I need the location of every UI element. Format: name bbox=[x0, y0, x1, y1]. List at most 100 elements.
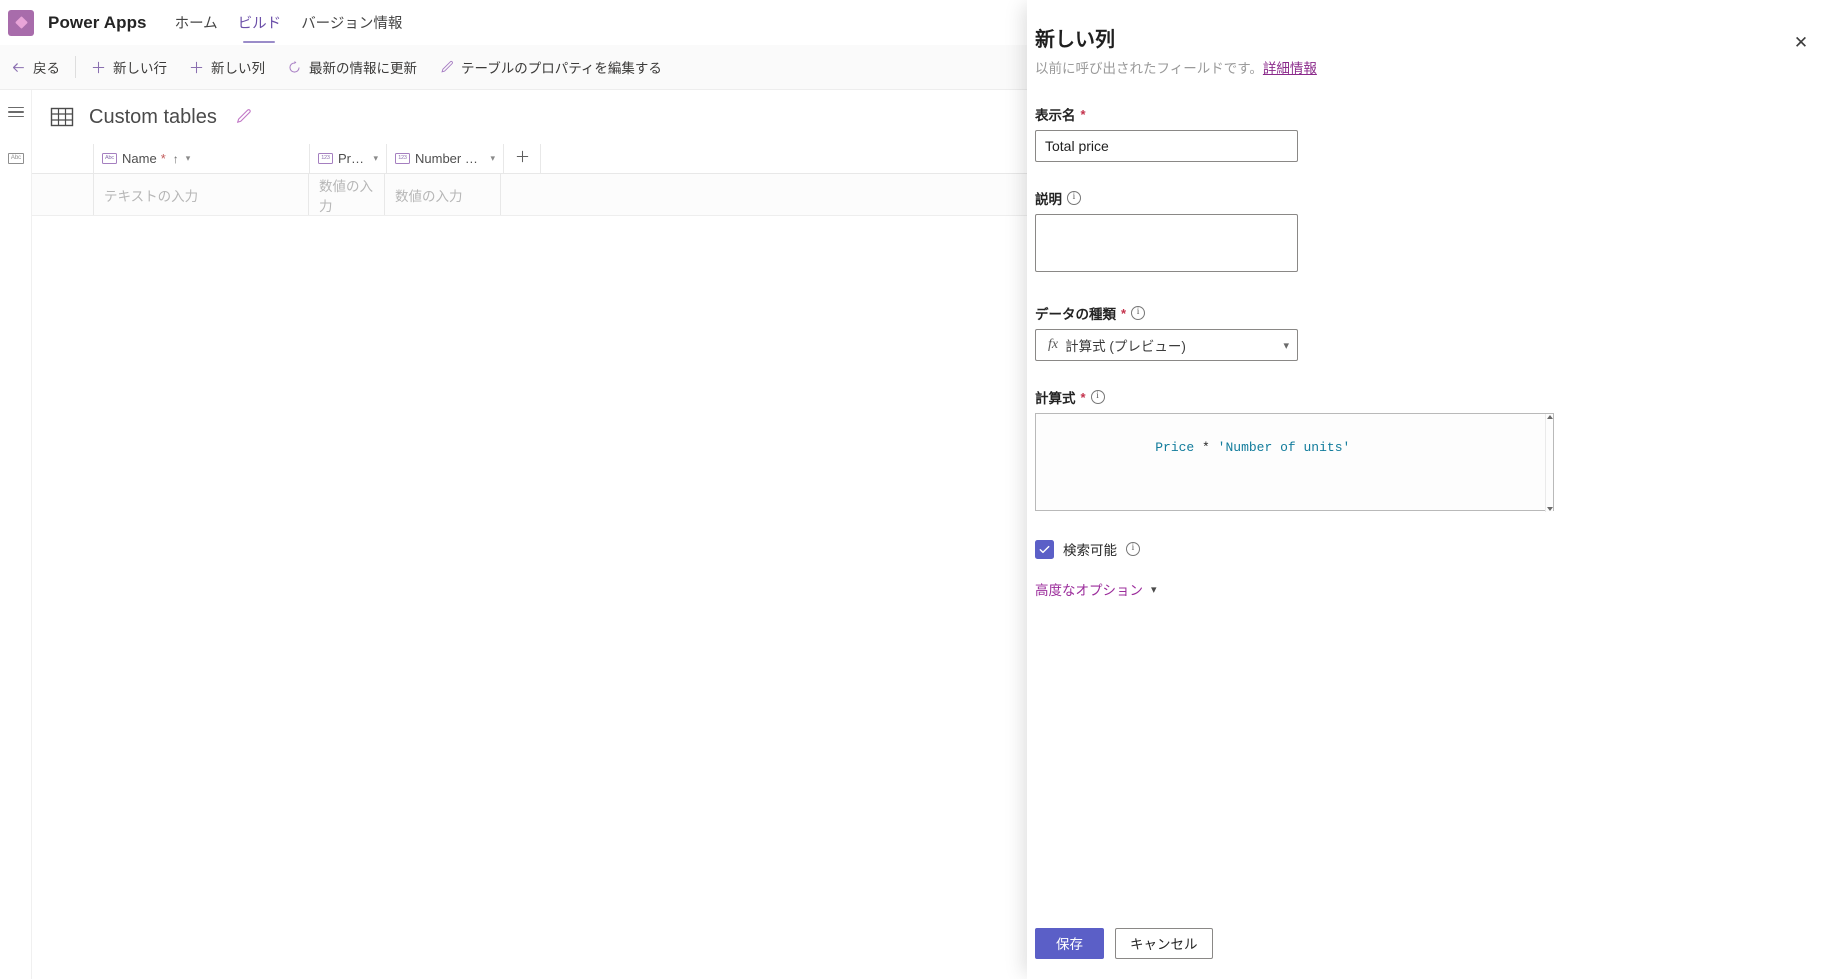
tab-build[interactable]: ビルド bbox=[228, 0, 292, 45]
scroll-up-arrow-icon[interactable] bbox=[1547, 415, 1553, 419]
refresh-label: 最新の情報に更新 bbox=[309, 61, 417, 76]
column-header-number-of-units-label: Number of un... bbox=[415, 151, 483, 166]
new-column-label: 新しい列 bbox=[211, 61, 265, 76]
plus-icon bbox=[91, 60, 106, 75]
abc-text-column-icon[interactable]: Abc bbox=[0, 143, 32, 173]
text-type-chip-icon: Abc bbox=[102, 153, 117, 164]
new-row-price-cell[interactable]: 数値の入力 bbox=[309, 174, 385, 215]
required-asterisk: * bbox=[160, 151, 166, 166]
formula-token-space bbox=[1210, 440, 1218, 455]
description-field: 説明 i bbox=[1035, 188, 1803, 277]
diamond-shape bbox=[14, 16, 28, 29]
tab-home[interactable]: ホーム bbox=[165, 0, 228, 45]
learn-more-link[interactable]: 詳細情報 bbox=[1263, 61, 1317, 76]
formula-scrollbar[interactable] bbox=[1545, 414, 1553, 512]
searchable-row: 検索可能 i bbox=[1035, 539, 1803, 559]
checkmark-icon bbox=[1039, 545, 1050, 553]
chevron-down-icon: ▾ bbox=[1151, 583, 1157, 596]
back-label: 戻る bbox=[33, 61, 60, 76]
fx-formula-icon: fx bbox=[1048, 337, 1059, 352]
data-type-field: データの種類 * i fx 計算式 (プレビュー) ▾ bbox=[1035, 303, 1803, 361]
app-root: Power Apps ホーム ビルド バージョン情報 戻る 新しい行 新しい列 bbox=[0, 0, 1837, 979]
number-type-chip-icon: 123 bbox=[395, 153, 410, 164]
data-type-selected-value: 計算式 (プレビュー) bbox=[1065, 339, 1186, 354]
info-icon[interactable]: i bbox=[1126, 542, 1140, 556]
new-row-units-cell[interactable]: 数値の入力 bbox=[385, 174, 501, 215]
chevron-down-icon[interactable]: ▾ bbox=[373, 153, 378, 164]
rename-table-pencil-icon[interactable] bbox=[233, 107, 253, 127]
number-type-chip-icon: 123 bbox=[318, 153, 333, 164]
searchable-checkbox[interactable] bbox=[1035, 539, 1054, 559]
column-header-number-of-units[interactable]: 123 Number of un... ▾ bbox=[387, 144, 503, 173]
panel-footer: 保存 キャンセル bbox=[1035, 907, 1825, 979]
page-title: Custom tables bbox=[89, 105, 217, 128]
info-icon[interactable]: i bbox=[1067, 191, 1081, 205]
row-selector-header bbox=[32, 144, 94, 173]
data-grid: Abc Name * ↑ ▾ 123 Price ▾ 123 Number of… bbox=[32, 144, 1027, 216]
new-row-button[interactable]: 新しい行 bbox=[80, 45, 178, 90]
abc-chip: Abc bbox=[8, 152, 24, 164]
tab-about[interactable]: バージョン情報 bbox=[291, 0, 412, 45]
add-column-button[interactable] bbox=[503, 144, 541, 173]
formula-token-space bbox=[1194, 440, 1202, 455]
panel-subtitle: 以前に呼び出されたフィールドです。詳細情報 bbox=[1035, 60, 1803, 78]
top-navigation: ホーム ビルド バージョン情報 bbox=[165, 0, 413, 45]
searchable-label: 検索可能 bbox=[1063, 543, 1117, 558]
refresh-button[interactable]: 最新の情報に更新 bbox=[276, 45, 428, 90]
formula-token-identifier: Price bbox=[1155, 440, 1195, 455]
description-textarea[interactable] bbox=[1035, 214, 1298, 272]
new-column-button[interactable]: 新しい列 bbox=[178, 45, 276, 90]
grid-table-icon bbox=[49, 104, 75, 130]
chevron-down-icon[interactable]: ▾ bbox=[490, 153, 495, 164]
formula-editor[interactable]: Price * 'Number of units' bbox=[1035, 413, 1554, 512]
data-type-label: データの種類 bbox=[1035, 307, 1116, 322]
new-row-placeholder[interactable]: テキストの入力 数値の入力 数値の入力 bbox=[32, 174, 1027, 216]
data-type-label-row: データの種類 * i bbox=[1035, 303, 1803, 323]
chevron-down-icon: ▾ bbox=[1283, 339, 1289, 352]
advanced-options-toggle[interactable]: 高度なオプション ▾ bbox=[1035, 579, 1157, 599]
new-row-name-cell[interactable]: テキストの入力 bbox=[94, 174, 309, 215]
chevron-down-icon[interactable]: ▾ bbox=[186, 153, 191, 164]
new-column-panel: ✕ 新しい列 以前に呼び出されたフィールドです。詳細情報 表示名 * Total… bbox=[1027, 0, 1837, 979]
formula-text: Price * 'Number of units' bbox=[1036, 414, 1553, 475]
column-header-name[interactable]: Abc Name * ↑ ▾ bbox=[94, 144, 309, 173]
formula-field: 計算式 * i Price * 'Number of units' bbox=[1035, 387, 1803, 512]
pencil-icon bbox=[439, 60, 454, 75]
plus-icon bbox=[515, 149, 530, 169]
required-asterisk: * bbox=[1121, 305, 1127, 321]
data-type-dropdown[interactable]: fx 計算式 (プレビュー) ▾ bbox=[1035, 329, 1298, 361]
edit-table-properties-label: テーブルのプロパティを編集する bbox=[461, 61, 662, 76]
formula-token-operator: * bbox=[1202, 440, 1210, 455]
column-header-price-label: Price bbox=[338, 151, 367, 166]
hamburger-lines bbox=[8, 104, 24, 121]
save-button[interactable]: 保存 bbox=[1035, 927, 1104, 959]
required-asterisk: * bbox=[1080, 389, 1086, 405]
main-canvas: Custom tables Abc Name * ↑ ▾ 123 Price ▾… bbox=[32, 90, 1027, 979]
edit-table-properties-button[interactable]: テーブルのプロパティを編集する bbox=[428, 45, 673, 90]
description-label: 説明 bbox=[1035, 192, 1062, 207]
powerapps-diamond-icon[interactable] bbox=[8, 9, 34, 36]
cancel-button[interactable]: キャンセル bbox=[1115, 927, 1213, 959]
required-asterisk: * bbox=[1080, 106, 1086, 122]
info-icon[interactable]: i bbox=[1090, 390, 1105, 404]
brand-title: Power Apps bbox=[48, 12, 147, 32]
scroll-down-arrow-icon[interactable] bbox=[1547, 507, 1553, 511]
command-separator bbox=[75, 56, 76, 78]
formula-token-string: 'Number of units' bbox=[1217, 440, 1351, 455]
panel-content: 新しい列 以前に呼び出されたフィールドです。詳細情報 表示名 * 説明 bbox=[1027, 0, 1837, 599]
display-name-input[interactable] bbox=[1035, 130, 1298, 162]
left-rail: Abc bbox=[0, 90, 32, 979]
info-icon[interactable]: i bbox=[1131, 306, 1146, 320]
arrow-left-icon bbox=[11, 60, 26, 75]
table-header-area: Custom tables bbox=[32, 90, 1027, 130]
back-button[interactable]: 戻る bbox=[0, 45, 71, 90]
sort-ascending-icon: ↑ bbox=[172, 151, 179, 166]
plus-icon bbox=[189, 60, 204, 75]
row-selector-cell[interactable] bbox=[32, 174, 94, 215]
column-header-price[interactable]: 123 Price ▾ bbox=[310, 144, 386, 173]
hamburger-menu-icon[interactable] bbox=[0, 97, 32, 127]
formula-label-row: 計算式 * i bbox=[1035, 387, 1803, 407]
close-icon[interactable]: ✕ bbox=[1787, 28, 1815, 56]
new-row-label: 新しい行 bbox=[113, 61, 167, 76]
refresh-icon bbox=[287, 60, 302, 75]
